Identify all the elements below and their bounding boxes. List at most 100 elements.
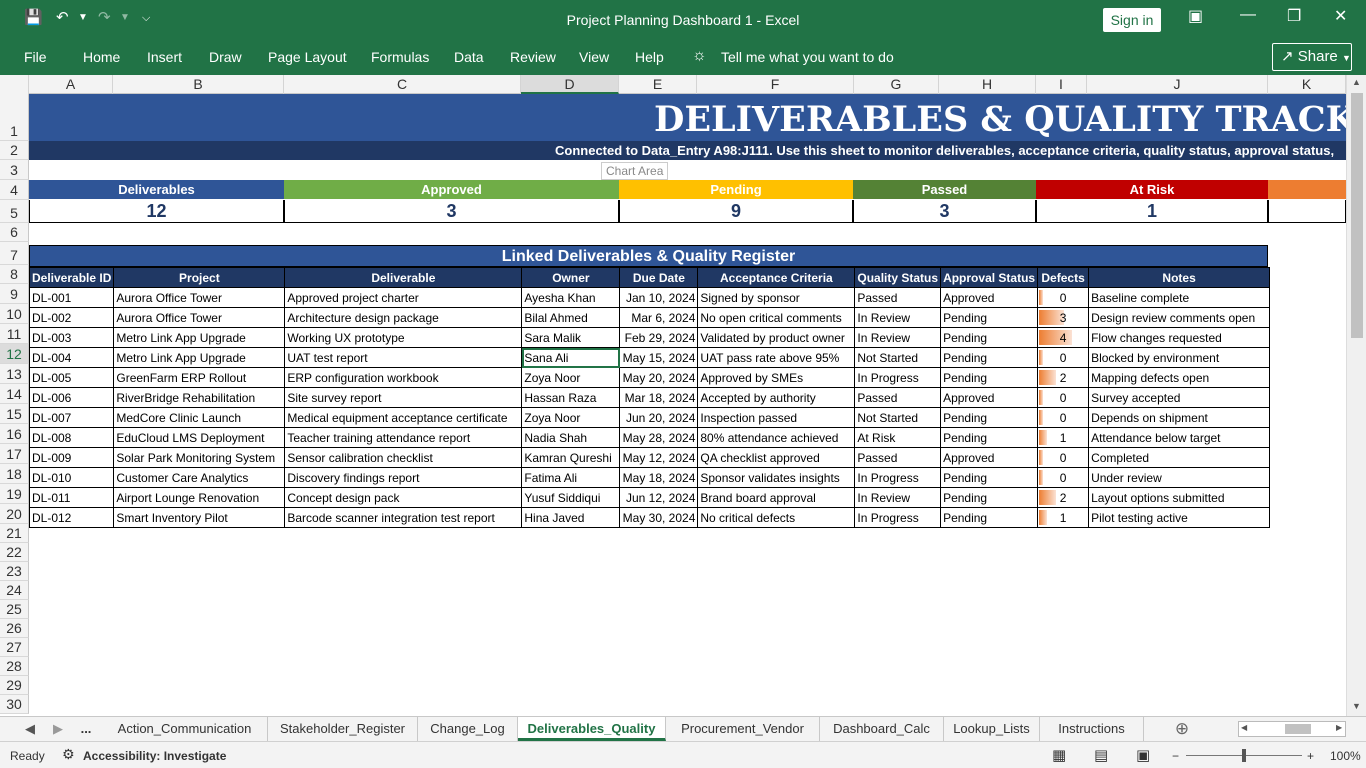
column-header[interactable]: F xyxy=(697,75,854,94)
table-cell[interactable]: Bilal Ahmed xyxy=(521,307,621,328)
defects-cell[interactable]: 0 xyxy=(1037,467,1090,488)
row-header[interactable]: 23 xyxy=(0,562,29,581)
row-header[interactable]: 8 xyxy=(0,265,29,284)
table-cell[interactable]: Jun 20, 2024 xyxy=(619,407,699,428)
row-header[interactable]: 22 xyxy=(0,543,29,562)
column-header[interactable]: G xyxy=(854,75,939,94)
sheet-tab[interactable]: Change_Log xyxy=(418,717,518,741)
tab-home[interactable]: Home xyxy=(83,49,120,65)
table-cell[interactable]: DL-004 xyxy=(29,347,115,368)
defects-cell[interactable]: 2 xyxy=(1037,367,1090,388)
hscroll-right-icon[interactable]: ▶ xyxy=(1336,723,1342,732)
table-cell[interactable]: No critical defects xyxy=(697,507,856,528)
table-cell[interactable]: Flow changes requested xyxy=(1088,327,1271,348)
table-cell[interactable]: Mapping defects open xyxy=(1088,367,1271,388)
table-cell[interactable]: Barcode scanner integration test report xyxy=(284,507,523,528)
more-sheets-button[interactable]: ... xyxy=(72,717,100,741)
table-cell[interactable]: At Risk xyxy=(854,427,942,448)
defects-cell[interactable]: 0 xyxy=(1037,287,1090,308)
table-cell[interactable]: Not Started xyxy=(854,347,942,368)
accessibility-icon[interactable]: ⚙ xyxy=(62,746,75,763)
table-cell[interactable]: Metro Link App Upgrade xyxy=(113,327,286,348)
tab-data[interactable]: Data xyxy=(454,49,484,65)
sheet-tab[interactable]: Dashboard_Calc xyxy=(820,717,944,741)
table-cell[interactable]: DL-008 xyxy=(29,427,115,448)
column-header[interactable]: C xyxy=(284,75,521,94)
row-header[interactable]: 20 xyxy=(0,504,29,524)
table-cell[interactable]: Working UX prototype xyxy=(284,327,523,348)
table-cell[interactable]: MedCore Clinic Launch xyxy=(113,407,286,428)
table-cell[interactable]: Approved xyxy=(940,387,1039,408)
page-break-view-icon[interactable]: ▣ xyxy=(1136,746,1150,764)
column-header[interactable]: E xyxy=(619,75,697,94)
table-cell[interactable]: DL-011 xyxy=(29,487,115,508)
table-cell[interactable]: Baseline complete xyxy=(1088,287,1271,308)
row-header[interactable]: 27 xyxy=(0,638,29,657)
table-cell[interactable]: ERP configuration workbook xyxy=(284,367,523,388)
sheet-tab[interactable]: Procurement_Vendor xyxy=(666,717,820,741)
defects-cell[interactable]: 3 xyxy=(1037,307,1090,328)
table-cell[interactable]: Customer Care Analytics xyxy=(113,467,286,488)
row-header[interactable]: 18 xyxy=(0,464,29,484)
sheet-grid[interactable]: DELIVERABLES & QUALITY TRACKER Connected… xyxy=(29,94,1346,716)
row-header[interactable]: 9 xyxy=(0,284,29,304)
table-cell[interactable]: Sponsor validates insights xyxy=(697,467,856,488)
zoom-out-icon[interactable]: − xyxy=(1172,749,1179,763)
sheet-tab[interactable]: Lookup_Lists xyxy=(944,717,1040,741)
close-icon[interactable]: ✕ xyxy=(1334,6,1347,26)
table-cell[interactable]: Mar 18, 2024 xyxy=(619,387,699,408)
row-header[interactable]: 13 xyxy=(0,364,29,384)
scroll-up-icon[interactable]: ▲ xyxy=(1352,77,1361,87)
table-cell[interactable]: Fatima Ali xyxy=(521,467,621,488)
horizontal-scrollbar[interactable]: ◀ ▶ xyxy=(1238,721,1346,737)
table-cell[interactable]: Blocked by environment xyxy=(1088,347,1271,368)
row-header[interactable]: 14 xyxy=(0,384,29,404)
table-cell[interactable]: Pending xyxy=(940,487,1039,508)
table-cell[interactable]: UAT test report xyxy=(284,347,523,368)
table-cell[interactable]: DL-003 xyxy=(29,327,115,348)
defects-cell[interactable]: 0 xyxy=(1037,387,1090,408)
defects-cell[interactable]: 0 xyxy=(1037,407,1090,428)
table-cell[interactable]: Passed xyxy=(854,287,942,308)
table-cell[interactable]: DL-005 xyxy=(29,367,115,388)
table-cell[interactable]: In Review xyxy=(854,487,942,508)
table-cell[interactable]: DL-006 xyxy=(29,387,115,408)
table-cell[interactable]: Pending xyxy=(940,347,1039,368)
table-cell[interactable]: Mar 6, 2024 xyxy=(619,307,699,328)
table-cell[interactable]: May 20, 2024 xyxy=(619,367,699,388)
minimize-icon[interactable]: — xyxy=(1240,6,1256,24)
row-header[interactable]: 25 xyxy=(0,600,29,619)
hscroll-left-icon[interactable]: ◀ xyxy=(1241,723,1247,732)
vertical-scrollbar[interactable]: ▲ ▼ xyxy=(1346,75,1366,716)
tab-scroll-right-icon[interactable]: ▶ xyxy=(48,717,68,741)
table-cell[interactable]: Medical equipment acceptance certificate xyxy=(284,407,523,428)
table-cell[interactable]: Survey accepted xyxy=(1088,387,1271,408)
defects-cell[interactable]: 0 xyxy=(1037,347,1090,368)
table-cell[interactable]: QA checklist approved xyxy=(697,447,856,468)
table-cell[interactable]: Aurora Office Tower xyxy=(113,307,286,328)
table-cell[interactable]: In Progress xyxy=(854,467,942,488)
row-header[interactable]: 2 xyxy=(0,141,29,160)
tell-me-search[interactable]: Tell me what you want to do xyxy=(721,49,894,65)
normal-view-icon[interactable]: ▦ xyxy=(1052,746,1066,764)
row-header[interactable]: 16 xyxy=(0,424,29,444)
scroll-thumb[interactable] xyxy=(1351,93,1363,338)
table-cell[interactable]: No open critical comments xyxy=(697,307,856,328)
row-header[interactable]: 29 xyxy=(0,676,29,695)
table-cell[interactable]: Kamran Qureshi xyxy=(521,447,621,468)
row-header[interactable]: 28 xyxy=(0,657,29,676)
table-cell[interactable]: Approved project charter xyxy=(284,287,523,308)
restore-icon[interactable]: ❐ xyxy=(1287,6,1301,26)
tab-review[interactable]: Review xyxy=(510,49,556,65)
zoom-slider-thumb[interactable] xyxy=(1242,749,1246,762)
table-cell[interactable]: Signed by sponsor xyxy=(697,287,856,308)
table-cell[interactable]: Sana Ali xyxy=(521,347,621,368)
table-cell[interactable]: Pending xyxy=(940,307,1039,328)
table-cell[interactable]: Under review xyxy=(1088,467,1271,488)
table-cell[interactable]: Sara Malik xyxy=(521,327,621,348)
table-cell[interactable]: Pilot testing active xyxy=(1088,507,1271,528)
column-header[interactable]: H xyxy=(939,75,1036,94)
defects-cell[interactable]: 1 xyxy=(1037,427,1090,448)
table-cell[interactable]: Approved by SMEs xyxy=(697,367,856,388)
table-cell[interactable]: Airport Lounge Renovation xyxy=(113,487,286,508)
